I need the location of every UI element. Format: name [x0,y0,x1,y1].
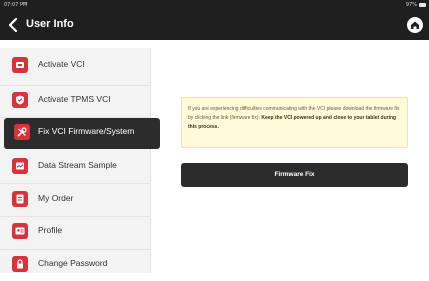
sidebar-item-label: Profile [38,225,63,235]
sidebar-item-change-password[interactable]: Change Password [0,250,150,281]
divider [0,183,150,184]
vci-icon [12,57,28,73]
sidebar-item-label: Activate VCI [38,59,85,69]
firmware-fix-button[interactable]: Firmware Fix [181,163,408,187]
home-icon[interactable] [407,17,423,33]
sidebar-item-activate-vci[interactable]: Activate VCI [0,51,150,82]
sidebar-item-label: Change Password [38,258,108,268]
sidebar-item-label: Data Stream Sample [38,160,117,170]
order-icon [12,191,28,207]
back-icon[interactable] [6,17,22,33]
sidebar-item-label: Fix VCI Firmware/System [38,126,135,136]
sidebar-item-profile[interactable]: Profile [0,217,150,248]
sidebar-item-label: Activate TPMS VCI [38,94,111,104]
profile-icon [12,223,28,239]
sidebar-item-label: My Order [38,193,74,203]
tools-icon [14,124,30,140]
battery-percent: 97% [405,2,417,8]
tpms-shield-icon [12,92,28,108]
sidebar-item-data-stream-sample[interactable]: Data Stream Sample [0,152,150,183]
battery-icon [419,3,426,7]
firmware-notice: If you are experiencing difficulties com… [181,97,408,148]
sidebar-item-my-order[interactable]: My Order [0,185,150,216]
sidebar-item-activate-tpms-vci[interactable]: Activate TPMS VCI [0,86,150,117]
sidebar: Activate VCI Activate TPMS VCI Fix VCI F… [0,48,160,273]
sidebar-item-fix-vci-firmware[interactable]: Fix VCI Firmware/System [4,118,160,149]
wifi-icon: ◠ [22,2,28,8]
page-title: User Info [26,18,74,30]
lock-icon [12,256,28,272]
top-bar: 07:07 PM ◠ 97% User Info [0,0,429,40]
data-stream-icon [12,158,28,174]
